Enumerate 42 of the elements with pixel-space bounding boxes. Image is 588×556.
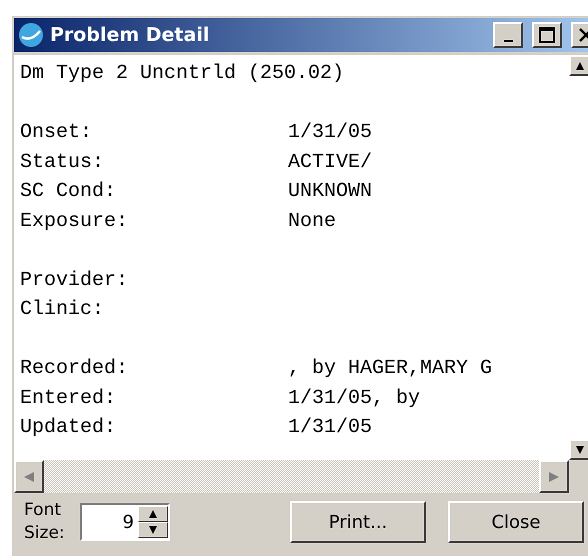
field-label: Onset: bbox=[20, 120, 94, 146]
problem-title: Dm Type 2 Uncntrld (250.02) bbox=[20, 62, 344, 85]
field-label: Clinic: bbox=[20, 297, 106, 323]
decrement-button[interactable] bbox=[138, 522, 168, 538]
minimize-icon bbox=[504, 40, 512, 42]
maximize-icon bbox=[539, 27, 555, 43]
font-size-label: Font Size: bbox=[24, 499, 66, 545]
field-value: None bbox=[288, 208, 338, 234]
field-label: Exposure: bbox=[20, 208, 130, 234]
field-label: Status: bbox=[20, 150, 106, 176]
scroll-up-button[interactable] bbox=[569, 55, 588, 76]
print-button[interactable]: Print... bbox=[290, 501, 426, 543]
field-value: 1/31/05 bbox=[288, 415, 374, 441]
app-logo-icon bbox=[18, 22, 44, 48]
left-arrow-icon bbox=[24, 472, 34, 482]
minimize-button[interactable] bbox=[493, 22, 523, 48]
field-label: Recorded: bbox=[20, 356, 130, 382]
field-label: Provider: bbox=[20, 268, 130, 294]
field-value: 1/31/05 bbox=[288, 120, 374, 146]
maximize-button[interactable] bbox=[532, 22, 562, 48]
field-label: Updated: bbox=[20, 415, 118, 441]
vertical-scrollbar[interactable] bbox=[569, 55, 588, 460]
up-arrow-icon bbox=[149, 510, 157, 518]
close-dialog-button[interactable]: Close bbox=[448, 501, 584, 543]
down-arrow-icon bbox=[576, 446, 584, 454]
field-value: ACTIVE/ bbox=[288, 150, 374, 176]
field-label: SC Cond: bbox=[20, 179, 118, 205]
font-size-spinner[interactable]: 9 bbox=[80, 503, 170, 541]
field-value: 1/31/05, by bbox=[288, 386, 422, 412]
increment-button[interactable] bbox=[138, 506, 168, 522]
scroll-right-button[interactable] bbox=[539, 460, 569, 493]
right-arrow-icon bbox=[549, 472, 559, 482]
field-value: , by HAGER,MARY G bbox=[288, 356, 494, 382]
up-arrow-icon bbox=[576, 62, 584, 70]
scroll-down-button[interactable] bbox=[569, 439, 588, 460]
field-value: UNKNOWN bbox=[288, 179, 374, 205]
field-label: Entered: bbox=[20, 386, 118, 412]
window-title: Problem Detail bbox=[50, 24, 210, 46]
font-size-value: 9 bbox=[122, 512, 134, 532]
scroll-left-button[interactable] bbox=[14, 460, 44, 493]
down-arrow-icon bbox=[149, 526, 157, 534]
horizontal-scrollbar[interactable] bbox=[14, 460, 569, 493]
